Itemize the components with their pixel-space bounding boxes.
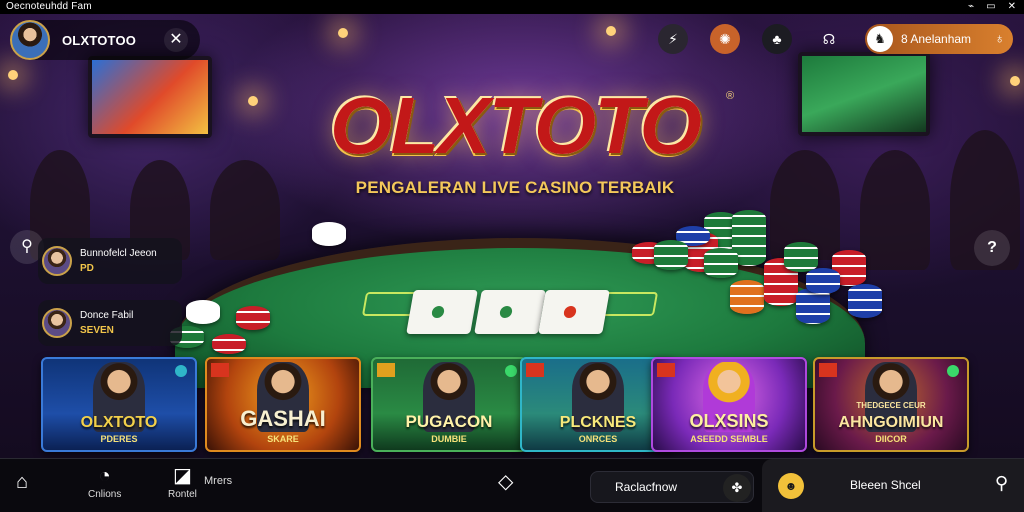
chip-stack (186, 300, 220, 324)
playing-card (474, 290, 546, 334)
game-subtitle: PDERES (100, 434, 138, 444)
hero-tagline: PENGALERAN LIVE CASINO TERBAIK (355, 178, 675, 197)
game-subtitle: DIICOR (875, 434, 907, 444)
game-subtitle: ASEEDD SEMBLE (690, 434, 768, 444)
game-title: PUGACON (405, 412, 493, 431)
bet-sheet-button[interactable]: ☻ Bleeen Shcel ⚲ (762, 459, 1024, 512)
ceiling-light (248, 96, 258, 106)
bet-sheet-label: Bleeen Shcel (850, 478, 921, 492)
nav-notes[interactable]: ◪ Rontel (168, 465, 197, 500)
background-person (210, 160, 280, 260)
wall-tv-left (88, 56, 212, 138)
nav-notes-label: Rontel (168, 489, 197, 500)
brand-logo: OLXTOTO (330, 81, 702, 170)
balance-label: 8 Anelanham (901, 32, 972, 46)
avatar[interactable] (10, 20, 50, 60)
ceiling-light (606, 26, 616, 36)
game-headline: THEDGECE CEUR (856, 401, 926, 410)
status-badge (175, 365, 187, 377)
game-tile-olxtoto[interactable]: OLXTOTO PDERES (41, 357, 197, 452)
chip-stack (784, 242, 818, 272)
user-icon: ☻ (778, 473, 804, 499)
registered-mark: ® (726, 90, 735, 102)
wifi-icon: ⌁ (968, 1, 975, 12)
support-icon[interactable]: ☊ (814, 24, 844, 54)
ceiling-light (338, 28, 348, 38)
diamond-icon: ◇ (498, 471, 514, 493)
playing-card (406, 290, 478, 334)
chip-stack (704, 248, 738, 278)
avatar (42, 308, 72, 338)
options-icon: ◔ (98, 465, 111, 487)
game-tile-gashai[interactable]: GASHAI SKARE (205, 357, 361, 452)
status-badge (505, 365, 517, 377)
hot-badge (526, 363, 544, 377)
chip-stack (730, 280, 764, 314)
winner-feed-item[interactable]: Bunnofelcl Jeeon PD (38, 238, 182, 284)
winner-name: Bunnofelcl Jeeon (80, 248, 157, 259)
game-title: AHNGOIMIUN (838, 414, 944, 431)
username: OLXTOTOO (62, 32, 137, 48)
chip-stack (236, 306, 270, 330)
flying-chip (312, 222, 346, 246)
notes-icon: ◪ (173, 465, 192, 487)
battery-icon: ▭ (986, 1, 996, 12)
spinner-icon: ✤ (723, 474, 751, 502)
chip-stack (654, 240, 688, 270)
hot-badge (211, 363, 229, 377)
winner-name: Donce Fabil (80, 310, 134, 321)
settings-icon[interactable]: ✺ (710, 24, 740, 54)
wall-lamp (8, 70, 18, 80)
help-icon[interactable]: ? (974, 230, 1010, 266)
nav-options[interactable]: ◔ Cnlions (88, 465, 121, 500)
balance-button[interactable]: ♞ 8 Anelanham ♁ (865, 24, 1013, 54)
bottom-navigation: ⌂ ◔ Cnlions ◪ Rontel Mrers ◇ Raclacfnow … (0, 458, 1024, 512)
game-tile-olxsins[interactable]: OLXSINS ASEEDD SEMBLE (651, 357, 807, 452)
chip-stack (212, 334, 246, 354)
avatar (42, 246, 72, 276)
upload-icon[interactable]: ⚲ (995, 473, 1008, 494)
game-title: OLXSINS (689, 411, 769, 431)
winner-amount: PD (80, 263, 94, 274)
horse-icon: ♞ (867, 26, 893, 52)
chip-stack (806, 268, 840, 294)
winner-amount: SEVEN (80, 325, 114, 336)
background-person (860, 150, 930, 270)
gift-icon[interactable]: ♣ (762, 24, 792, 54)
game-subtitle: SKARE (267, 434, 299, 444)
hot-badge (819, 363, 837, 377)
winner-feed-item[interactable]: Donce Fabil SEVEN (38, 300, 182, 346)
status-icons: ⌁ ▭ ✕ (968, 0, 1016, 14)
search-button[interactable]: Raclacfnow ✤ (590, 471, 754, 503)
game-subtitle: DUMBIE (431, 434, 467, 444)
nav-more[interactable]: Mrers (204, 475, 232, 487)
hot-badge (377, 363, 395, 377)
nav-home[interactable]: ⌂ (16, 471, 28, 493)
close-icon[interactable]: ✕ (164, 28, 188, 52)
game-title: GASHAI (240, 406, 326, 431)
user-profile-pill[interactable]: OLXTOTOO ✕ (10, 20, 200, 60)
status-bar: Oecnoteuhdd Fam ⌁ ▭ ✕ (0, 0, 1024, 14)
close-icon[interactable]: ✕ (1008, 0, 1016, 14)
status-badge (947, 365, 959, 377)
status-title: Oecnoteuhdd Fam (6, 1, 92, 12)
game-tile-pugacon[interactable]: PUGACON DUMBIE (371, 357, 527, 452)
chip-stack (848, 284, 882, 318)
wall-lamp (1010, 76, 1020, 86)
nav-center[interactable]: ◇ (498, 471, 513, 493)
home-icon: ⌂ (16, 471, 29, 493)
wall-tv-right (798, 52, 930, 136)
playing-card (538, 290, 610, 334)
user-icon: ♁ (994, 30, 1006, 46)
hot-badge (657, 363, 675, 377)
game-title: OLXTOTO (80, 414, 158, 431)
game-tile-ahngoimiun[interactable]: THEDGECE CEUR AHNGOIMIUN DIICOR (813, 357, 969, 452)
nav-options-label: Cnlions (88, 489, 122, 500)
search-label: Raclacfnow (615, 480, 678, 494)
sports-icon[interactable]: ⚡ (658, 24, 688, 54)
